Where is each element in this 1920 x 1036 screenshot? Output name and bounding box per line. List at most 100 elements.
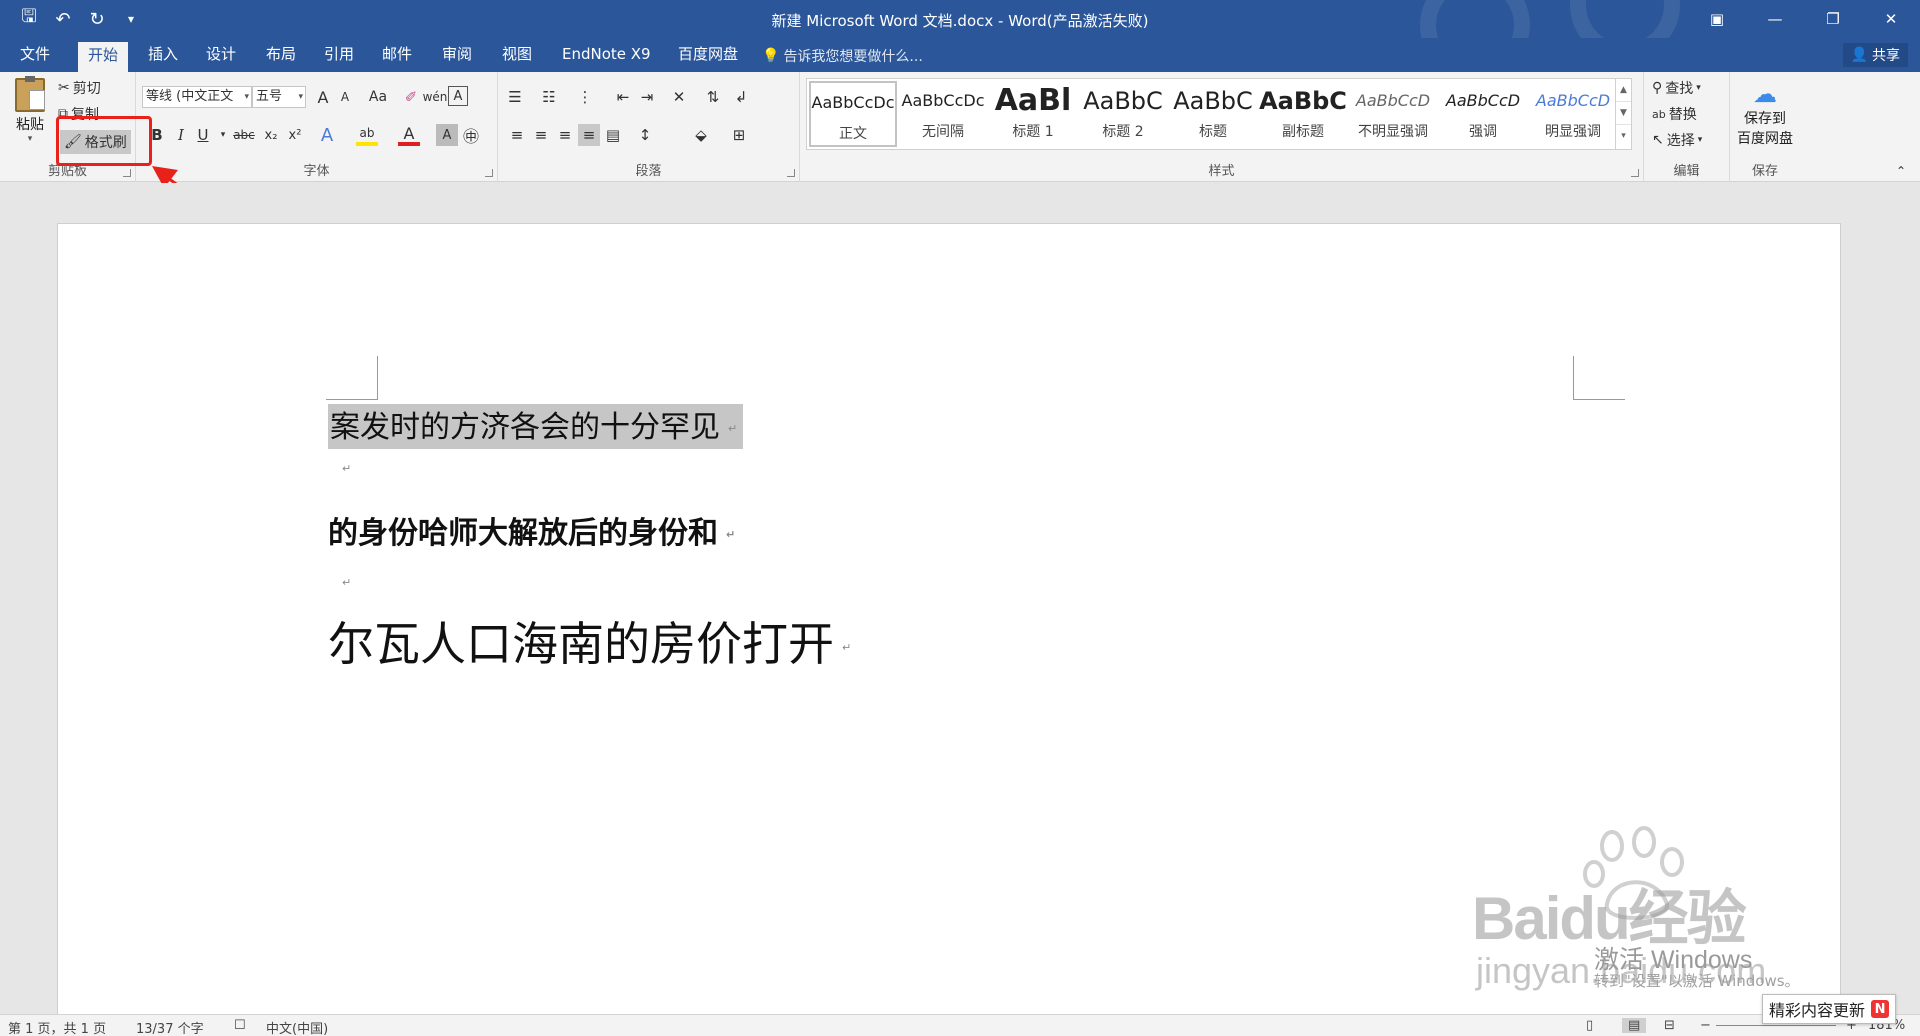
sort-icon[interactable]: ⇅ xyxy=(702,86,724,108)
tab-review[interactable]: 审阅 xyxy=(432,38,482,72)
maximize-button[interactable]: ❐ xyxy=(1804,0,1862,38)
collapse-ribbon-icon[interactable]: ⌃ xyxy=(1890,160,1912,182)
tab-endnote[interactable]: EndNote X9 xyxy=(552,38,661,72)
zoom-slider[interactable] xyxy=(1716,1025,1836,1026)
zoom-out-icon[interactable]: − xyxy=(1700,1018,1711,1033)
strikethrough-icon[interactable]: abc xyxy=(230,124,258,146)
save-to-baidu-line2: 百度网盘 xyxy=(1737,131,1793,147)
increase-indent-icon[interactable]: ⇥ xyxy=(636,86,658,108)
style-heading1[interactable]: AaBl 标题 1 xyxy=(989,81,1077,147)
cut-button[interactable]: ✂ 剪切 xyxy=(58,78,101,98)
news-popup[interactable]: 精彩内容更新 N xyxy=(1762,994,1897,1024)
align-center-icon[interactable]: ≡ xyxy=(530,124,552,146)
scroll-down-icon[interactable]: ▼ xyxy=(1616,102,1631,125)
style-name: 标题 1 xyxy=(1012,124,1054,140)
shrink-font-icon[interactable]: A xyxy=(334,86,356,108)
grow-font-icon[interactable]: A xyxy=(312,86,334,108)
justify-icon[interactable]: ≡ xyxy=(578,124,600,146)
print-layout-icon[interactable]: ▤ xyxy=(1622,1018,1647,1033)
style-heading2[interactable]: AaBbC 标题 2 xyxy=(1079,81,1167,147)
enclose-char-icon[interactable]: ㊥ xyxy=(460,124,482,146)
chinese-layout-icon[interactable]: ✕ xyxy=(668,86,690,108)
font-color-icon[interactable]: A xyxy=(398,124,420,146)
style-subtle-emphasis[interactable]: AaBbCcD 不明显强调 xyxy=(1349,81,1437,147)
tab-insert[interactable]: 插入 xyxy=(138,38,188,72)
clear-formatting-icon[interactable]: ✐ xyxy=(400,86,422,108)
align-right-icon[interactable]: ≡ xyxy=(554,124,576,146)
save-icon[interactable]: 🖫 xyxy=(14,6,44,31)
chevron-down-icon: ▾ xyxy=(298,92,303,102)
save-to-baidu-button[interactable]: ☁ 保存到 百度网盘 xyxy=(1730,80,1800,148)
align-left-icon[interactable]: ≡ xyxy=(506,124,528,146)
underline-icon[interactable]: U xyxy=(192,124,214,146)
style-subtitle[interactable]: AaBbC 副标题 xyxy=(1259,81,1347,147)
style-no-spacing[interactable]: AaBbCcDc 无间隔 xyxy=(899,81,987,147)
redo-icon[interactable]: ↻ xyxy=(82,7,112,31)
superscript-icon[interactable]: x² xyxy=(284,124,306,146)
paragraph-3[interactable]: 尔瓦人口海南的房价打开 ↵ xyxy=(328,608,851,674)
phonetic-guide-icon[interactable]: wén xyxy=(423,86,448,108)
language-indicator[interactable]: 中文(中国) xyxy=(266,1018,328,1036)
page-count[interactable]: 第 1 页，共 1 页 xyxy=(8,1018,106,1036)
char-shading-icon[interactable]: A xyxy=(436,124,458,146)
style-intense-emphasis[interactable]: AaBbCcD 明显强调 xyxy=(1529,81,1617,147)
word-count[interactable]: 13/37 个字 xyxy=(136,1018,204,1036)
font-name-combo[interactable]: 等线 (中文正文 ▾ xyxy=(142,86,252,108)
bullets-icon[interactable]: ☰ xyxy=(504,86,526,108)
font-launcher-icon[interactable] xyxy=(485,169,493,177)
empty-paragraph-mark: ↵ xyxy=(342,462,352,475)
paste-button[interactable]: 粘贴 ▾ xyxy=(10,76,50,144)
show-marks-icon[interactable]: ↲ xyxy=(730,86,752,108)
style-normal[interactable]: AaBbCcDc 正文 xyxy=(809,81,897,147)
tab-home[interactable]: 开始 xyxy=(78,42,129,72)
numbering-icon[interactable]: ☷ xyxy=(538,86,560,108)
editing-group: ⚲ 查找 ▾ ab 替换 ↖ 选择 ▾ 编辑 xyxy=(1644,72,1730,182)
ribbon-tab-bar: 文件 开始 插入 设计 布局 引用 邮件 审阅 视图 EndNote X9 百度… xyxy=(0,38,1920,72)
proofing-icon[interactable]: ☐ xyxy=(234,1018,246,1033)
scroll-up-icon[interactable]: ▲ xyxy=(1616,79,1631,102)
highlight-icon[interactable]: ab xyxy=(356,124,378,146)
subscript-icon[interactable]: x₂ xyxy=(260,124,282,146)
multilevel-list-icon[interactable]: ⋮ xyxy=(574,86,596,108)
tab-design[interactable]: 设计 xyxy=(196,38,246,72)
gallery-more-icon[interactable]: ▾ xyxy=(1616,125,1631,148)
change-case-icon[interactable]: Aa xyxy=(362,86,394,108)
shading-icon[interactable]: ⬙ xyxy=(690,124,712,146)
paragraph-2[interactable]: 的身份哈师大解放后的身份和 ↵ xyxy=(328,508,735,552)
line-spacing-icon[interactable]: ↕ xyxy=(634,124,656,146)
paragraph-1[interactable]: 案发时的方济各会的十分罕见 ↵ xyxy=(328,402,744,449)
borders-icon[interactable]: ⊞ xyxy=(728,124,750,146)
tab-references[interactable]: 引用 xyxy=(314,38,364,72)
paragraph-launcher-icon[interactable] xyxy=(787,169,795,177)
tab-baidu-netdisk[interactable]: 百度网盘 xyxy=(668,38,748,72)
text-effects-icon[interactable]: A xyxy=(316,124,338,146)
customize-qat-icon[interactable]: ▾ xyxy=(116,7,146,31)
paragraph-1-text: 案发时的方济各会的十分罕见 xyxy=(330,410,720,445)
lightbulb-icon: 💡 xyxy=(762,48,780,64)
read-mode-icon[interactable]: ▯ xyxy=(1586,1018,1593,1033)
char-border-icon[interactable]: A xyxy=(448,86,468,106)
web-layout-icon[interactable]: ⊟ xyxy=(1664,1018,1675,1033)
distributed-icon[interactable]: ▤ xyxy=(602,124,624,146)
find-button[interactable]: ⚲ 查找 ▾ xyxy=(1652,78,1701,98)
close-button[interactable]: ✕ xyxy=(1862,0,1920,38)
ribbon-display-options-icon[interactable]: ▣ xyxy=(1688,0,1746,38)
undo-icon[interactable]: ↶ xyxy=(48,7,78,31)
tab-view[interactable]: 视图 xyxy=(492,38,542,72)
font-size-combo[interactable]: 五号 ▾ xyxy=(252,86,306,108)
tell-me-box[interactable]: 💡 告诉我您想要做什么... xyxy=(762,46,923,66)
margin-mark-right xyxy=(1573,356,1625,400)
clipboard-launcher-icon[interactable] xyxy=(123,169,131,177)
replace-button[interactable]: ab 替换 xyxy=(1652,104,1697,124)
tab-file[interactable]: 文件 xyxy=(10,38,60,72)
style-emphasis[interactable]: AaBbCcD 强调 xyxy=(1439,81,1527,147)
share-button[interactable]: 👤 共享 xyxy=(1842,43,1908,67)
style-title[interactable]: AaBbC 标题 xyxy=(1169,81,1257,147)
select-button[interactable]: ↖ 选择 ▾ xyxy=(1652,130,1702,150)
minimize-button[interactable]: — xyxy=(1746,0,1804,38)
tab-layout[interactable]: 布局 xyxy=(256,38,306,72)
italic-icon[interactable]: I xyxy=(170,124,192,146)
decrease-indent-icon[interactable]: ⇤ xyxy=(612,86,634,108)
styles-launcher-icon[interactable] xyxy=(1631,169,1639,177)
tab-mailings[interactable]: 邮件 xyxy=(372,38,422,72)
